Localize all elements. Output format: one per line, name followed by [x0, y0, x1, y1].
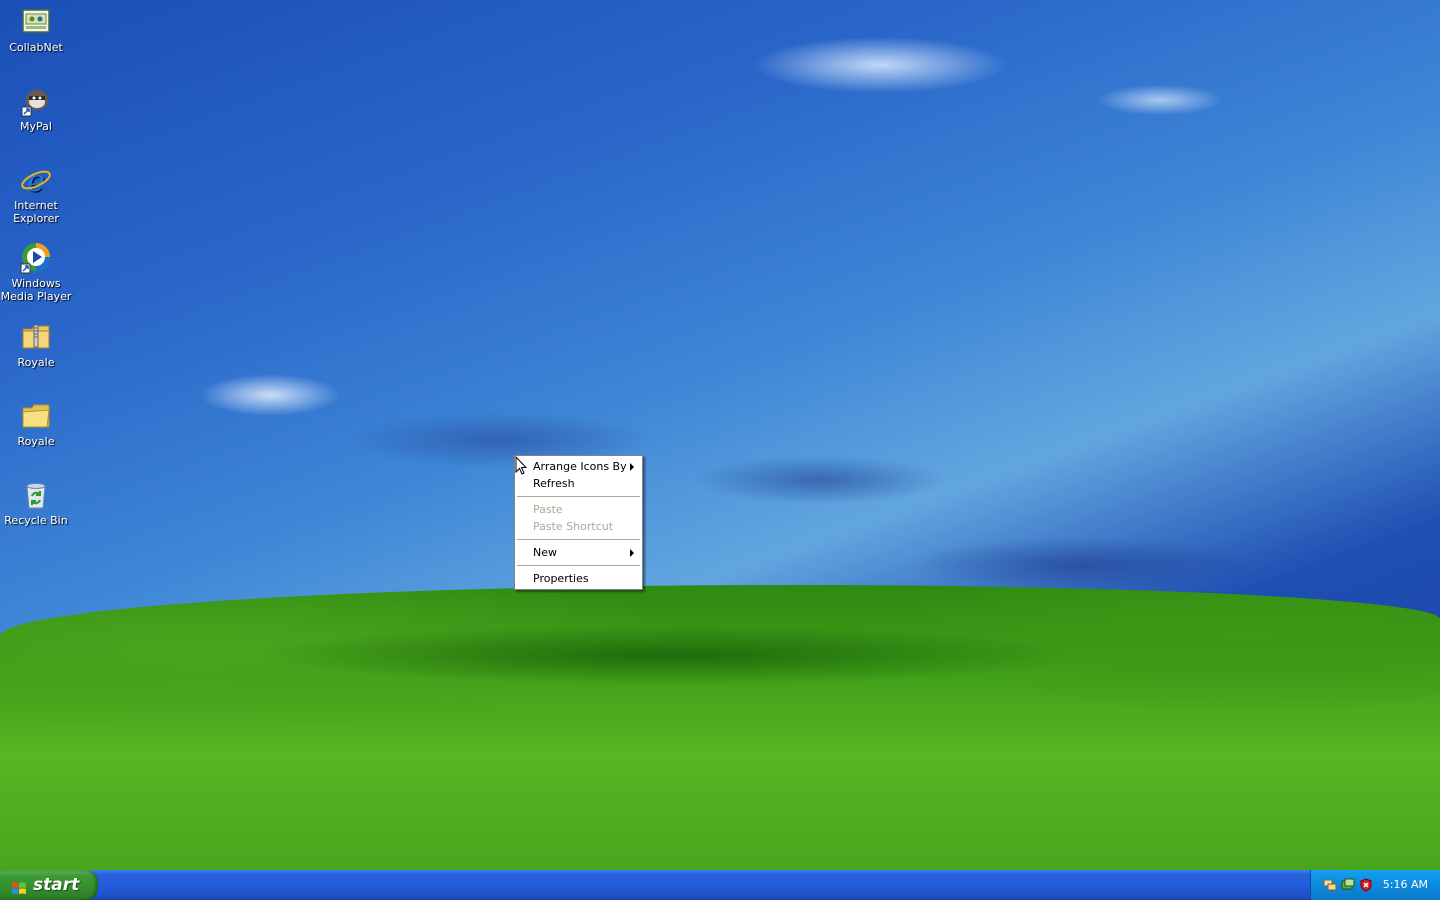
internet-explorer-icon: e	[20, 164, 52, 199]
desktop-icon-label: Royale	[17, 435, 55, 448]
collabnet-icon	[20, 6, 52, 38]
desktop-icon-label: Internet Explorer	[13, 199, 59, 225]
menu-item-refresh[interactable]: Refresh	[515, 475, 642, 492]
submenu-arrow-icon	[630, 549, 634, 557]
desktop-icon-collabnet[interactable]: CollabNet	[0, 2, 72, 54]
desktop-icon-mypal[interactable]: MyPal	[0, 81, 72, 133]
antivirus-icon[interactable]	[1341, 878, 1355, 892]
menu-item-new[interactable]: New	[515, 544, 642, 561]
menu-item-arrange-icons-by[interactable]: Arrange Icons By	[515, 458, 642, 475]
menu-item-properties[interactable]: Properties	[515, 570, 642, 587]
menu-separator	[517, 496, 640, 497]
menu-item-paste-shortcut: Paste Shortcut	[515, 518, 642, 535]
start-label: start	[33, 875, 80, 895]
menu-item-paste: Paste	[515, 501, 642, 518]
desktop-icon-label: Royale	[17, 356, 55, 369]
taskbar[interactable]: start 5:16 AM	[0, 870, 1440, 900]
recycle-bin-icon	[20, 479, 52, 511]
start-button[interactable]: start	[0, 870, 98, 900]
desktop-icon-royale-folder[interactable]: Royale	[0, 396, 72, 448]
menu-item-label: Paste Shortcut	[533, 520, 614, 533]
menu-item-label: Paste	[533, 503, 563, 516]
windows-logo-icon	[11, 877, 27, 894]
desktop-icon-label: Windows Media Player	[0, 277, 72, 303]
desktop-context-menu: Arrange Icons By Refresh Paste Paste Sho…	[514, 455, 643, 590]
desktop-icon-label: CollabNet	[9, 41, 63, 54]
grass-hills	[0, 585, 1440, 870]
menu-item-label: New	[533, 546, 557, 559]
folder-icon	[20, 400, 52, 432]
submenu-arrow-icon	[630, 463, 634, 471]
desktop-icon-label: MyPal	[20, 120, 52, 133]
svg-text:e: e	[27, 164, 45, 196]
clock[interactable]: 5:16 AM	[1383, 870, 1428, 900]
system-tray: 5:16 AM	[1310, 870, 1440, 900]
menu-item-label: Properties	[533, 572, 589, 585]
security-shield-icon[interactable]	[1359, 878, 1373, 892]
desktop-icon-internet-explorer[interactable]: e Internet Explorer	[0, 160, 72, 225]
desktop-icon-recycle-bin[interactable]: Recycle Bin	[0, 475, 72, 527]
menu-separator	[517, 539, 640, 540]
mypal-icon	[20, 85, 52, 117]
mouse-cursor-icon	[515, 455, 528, 475]
menu-item-label: Arrange Icons By	[533, 460, 627, 473]
desktop-icon-windows-media-player[interactable]: Windows Media Player	[0, 238, 72, 303]
menu-item-label: Refresh	[533, 477, 575, 490]
desktop-icon-label: Recycle Bin	[4, 514, 68, 527]
desktop-icon-royale-zip[interactable]: Royale	[0, 317, 72, 369]
desktop-background[interactable]: CollabNet MyPal e Internet Explorer Wind…	[0, 0, 1440, 870]
windows-media-player-icon	[20, 242, 52, 274]
zip-folder-icon	[20, 321, 52, 353]
menu-separator	[517, 565, 640, 566]
network-icon[interactable]	[1323, 878, 1337, 892]
